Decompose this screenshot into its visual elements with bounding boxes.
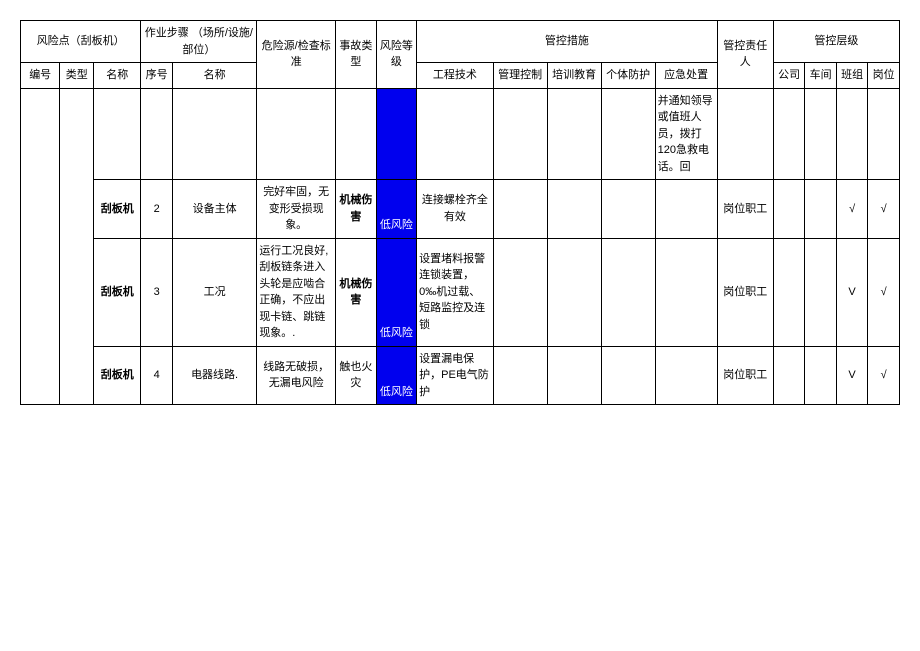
cell-emg — [655, 346, 717, 405]
cell-hazard: 线路无破损，无漏电风险 — [257, 346, 336, 405]
cell-id — [21, 88, 60, 405]
cell-ppe — [601, 346, 655, 405]
cell-edu — [547, 238, 601, 346]
cell-hazard: 运行工况良好,刮板链条进入头轮是应啮合正确，不应出现卡链、跳链现象。. — [257, 238, 336, 346]
cell-name: 刮板机 — [94, 346, 141, 405]
cell-risk: 低风险 — [376, 180, 417, 239]
hdr-type: 类型 — [60, 63, 94, 89]
cell-ws — [805, 346, 837, 405]
table-row: 刮板机 2 设备主体 完好牢固，无变形受损现象。 机械伤害 低风险 连接螺栓齐全… — [21, 180, 900, 239]
risk-table: 风险点（刮板机） 作业步骤 （场所/设施/部位） 危险源/检查标准 事故类型 风… — [20, 20, 900, 405]
cell-ws — [805, 88, 837, 180]
cell-resp: 岗位职工 — [717, 180, 773, 239]
hdr-seq: 序号 — [141, 63, 173, 89]
header-row-1: 风险点（刮板机） 作业步骤 （场所/设施/部位） 危险源/检查标准 事故类型 风… — [21, 21, 900, 63]
cell-step — [172, 88, 256, 180]
cell-ppe — [601, 88, 655, 180]
table-body: 并通知领导或值班人员，拨打120急救电话。回 刮板机 2 设备主体 完好牢固，无… — [21, 88, 900, 405]
cell-hazard — [257, 88, 336, 180]
hdr-work-steps: 作业步骤 （场所/设施/部位） — [141, 21, 257, 63]
cell-resp: 岗位职工 — [717, 238, 773, 346]
cell-co — [773, 88, 805, 180]
hdr-owner: 管控责任人 — [717, 21, 773, 89]
cell-seq: 4 — [141, 346, 173, 405]
cell-tm: V — [836, 238, 868, 346]
cell-risk: 低风险 — [376, 346, 417, 405]
cell-hazard: 完好牢固，无变形受损现象。 — [257, 180, 336, 239]
cell-ps: √ — [868, 180, 900, 239]
hdr-ppe: 个体防护 — [601, 63, 655, 89]
cell-tm: √ — [836, 180, 868, 239]
cell-ps: √ — [868, 238, 900, 346]
cell-accident: 触也火灾 — [336, 346, 377, 405]
hdr-accident: 事故类型 — [336, 21, 377, 89]
hdr-ws: 车间 — [805, 63, 837, 89]
cell-step: 工况 — [172, 238, 256, 346]
cell-name — [94, 88, 141, 180]
cell-emg — [655, 180, 717, 239]
cell-tm: V — [836, 346, 868, 405]
cell-tm — [836, 88, 868, 180]
cell-accident — [336, 88, 377, 180]
cell-seq: 2 — [141, 180, 173, 239]
cell-step: 电器线路. — [172, 346, 256, 405]
cell-ppe — [601, 238, 655, 346]
hdr-risk-point: 风险点（刮板机） — [21, 21, 141, 63]
cell-seq: 3 — [141, 238, 173, 346]
table-row: 并通知领导或值班人员，拨打120急救电话。回 — [21, 88, 900, 180]
hdr-eng: 工程技术 — [417, 63, 494, 89]
cell-edu — [547, 180, 601, 239]
hdr-id: 编号 — [21, 63, 60, 89]
cell-edu — [547, 346, 601, 405]
cell-resp: 岗位职工 — [717, 346, 773, 405]
cell-mgmt — [493, 180, 547, 239]
cell-seq — [141, 88, 173, 180]
hdr-level: 管控层级 — [773, 21, 899, 63]
hdr-step-name: 名称 — [172, 63, 256, 89]
cell-eng: 连接螺栓齐全有效 — [417, 180, 494, 239]
cell-eng: 设置漏电保护，PE电气防护 — [417, 346, 494, 405]
hdr-hazard: 危险源/检查标准 — [257, 21, 336, 89]
cell-ws — [805, 238, 837, 346]
table-row: 刮板机 3 工况 运行工况良好,刮板链条进入头轮是应啮合正确，不应出现卡链、跳链… — [21, 238, 900, 346]
cell-ps: √ — [868, 346, 900, 405]
cell-eng — [417, 88, 494, 180]
table-row: 刮板机 4 电器线路. 线路无破损，无漏电风险 触也火灾 低风险 设置漏电保护，… — [21, 346, 900, 405]
hdr-name: 名称 — [94, 63, 141, 89]
cell-co — [773, 238, 805, 346]
hdr-risk-level: 风险等级 — [376, 21, 417, 89]
hdr-emg: 应急处置 — [655, 63, 717, 89]
cell-resp — [717, 88, 773, 180]
cell-edu — [547, 88, 601, 180]
cell-type — [60, 88, 94, 405]
hdr-measures: 管控措施 — [417, 21, 717, 63]
hdr-mgmt: 管理控制 — [493, 63, 547, 89]
hdr-tm: 班组 — [836, 63, 868, 89]
cell-co — [773, 346, 805, 405]
cell-mgmt — [493, 238, 547, 346]
hdr-co: 公司 — [773, 63, 805, 89]
cell-mgmt — [493, 88, 547, 180]
cell-emg — [655, 238, 717, 346]
cell-name: 刮板机 — [94, 238, 141, 346]
cell-eng: 设置堵料报警连锁装置，0‰机过载、短路监控及连锁 — [417, 238, 494, 346]
cell-name: 刮板机 — [94, 180, 141, 239]
cell-accident: 机械伤害 — [336, 180, 377, 239]
cell-accident: 机械伤害 — [336, 238, 377, 346]
cell-mgmt — [493, 346, 547, 405]
hdr-ps: 岗位 — [868, 63, 900, 89]
cell-risk: 低风险 — [376, 238, 417, 346]
cell-ws — [805, 180, 837, 239]
cell-co — [773, 180, 805, 239]
hdr-edu: 培训教育 — [547, 63, 601, 89]
cell-ppe — [601, 180, 655, 239]
cell-risk — [376, 88, 417, 180]
cell-ps — [868, 88, 900, 180]
cell-step: 设备主体 — [172, 180, 256, 239]
cell-emg: 并通知领导或值班人员，拨打120急救电话。回 — [655, 88, 717, 180]
